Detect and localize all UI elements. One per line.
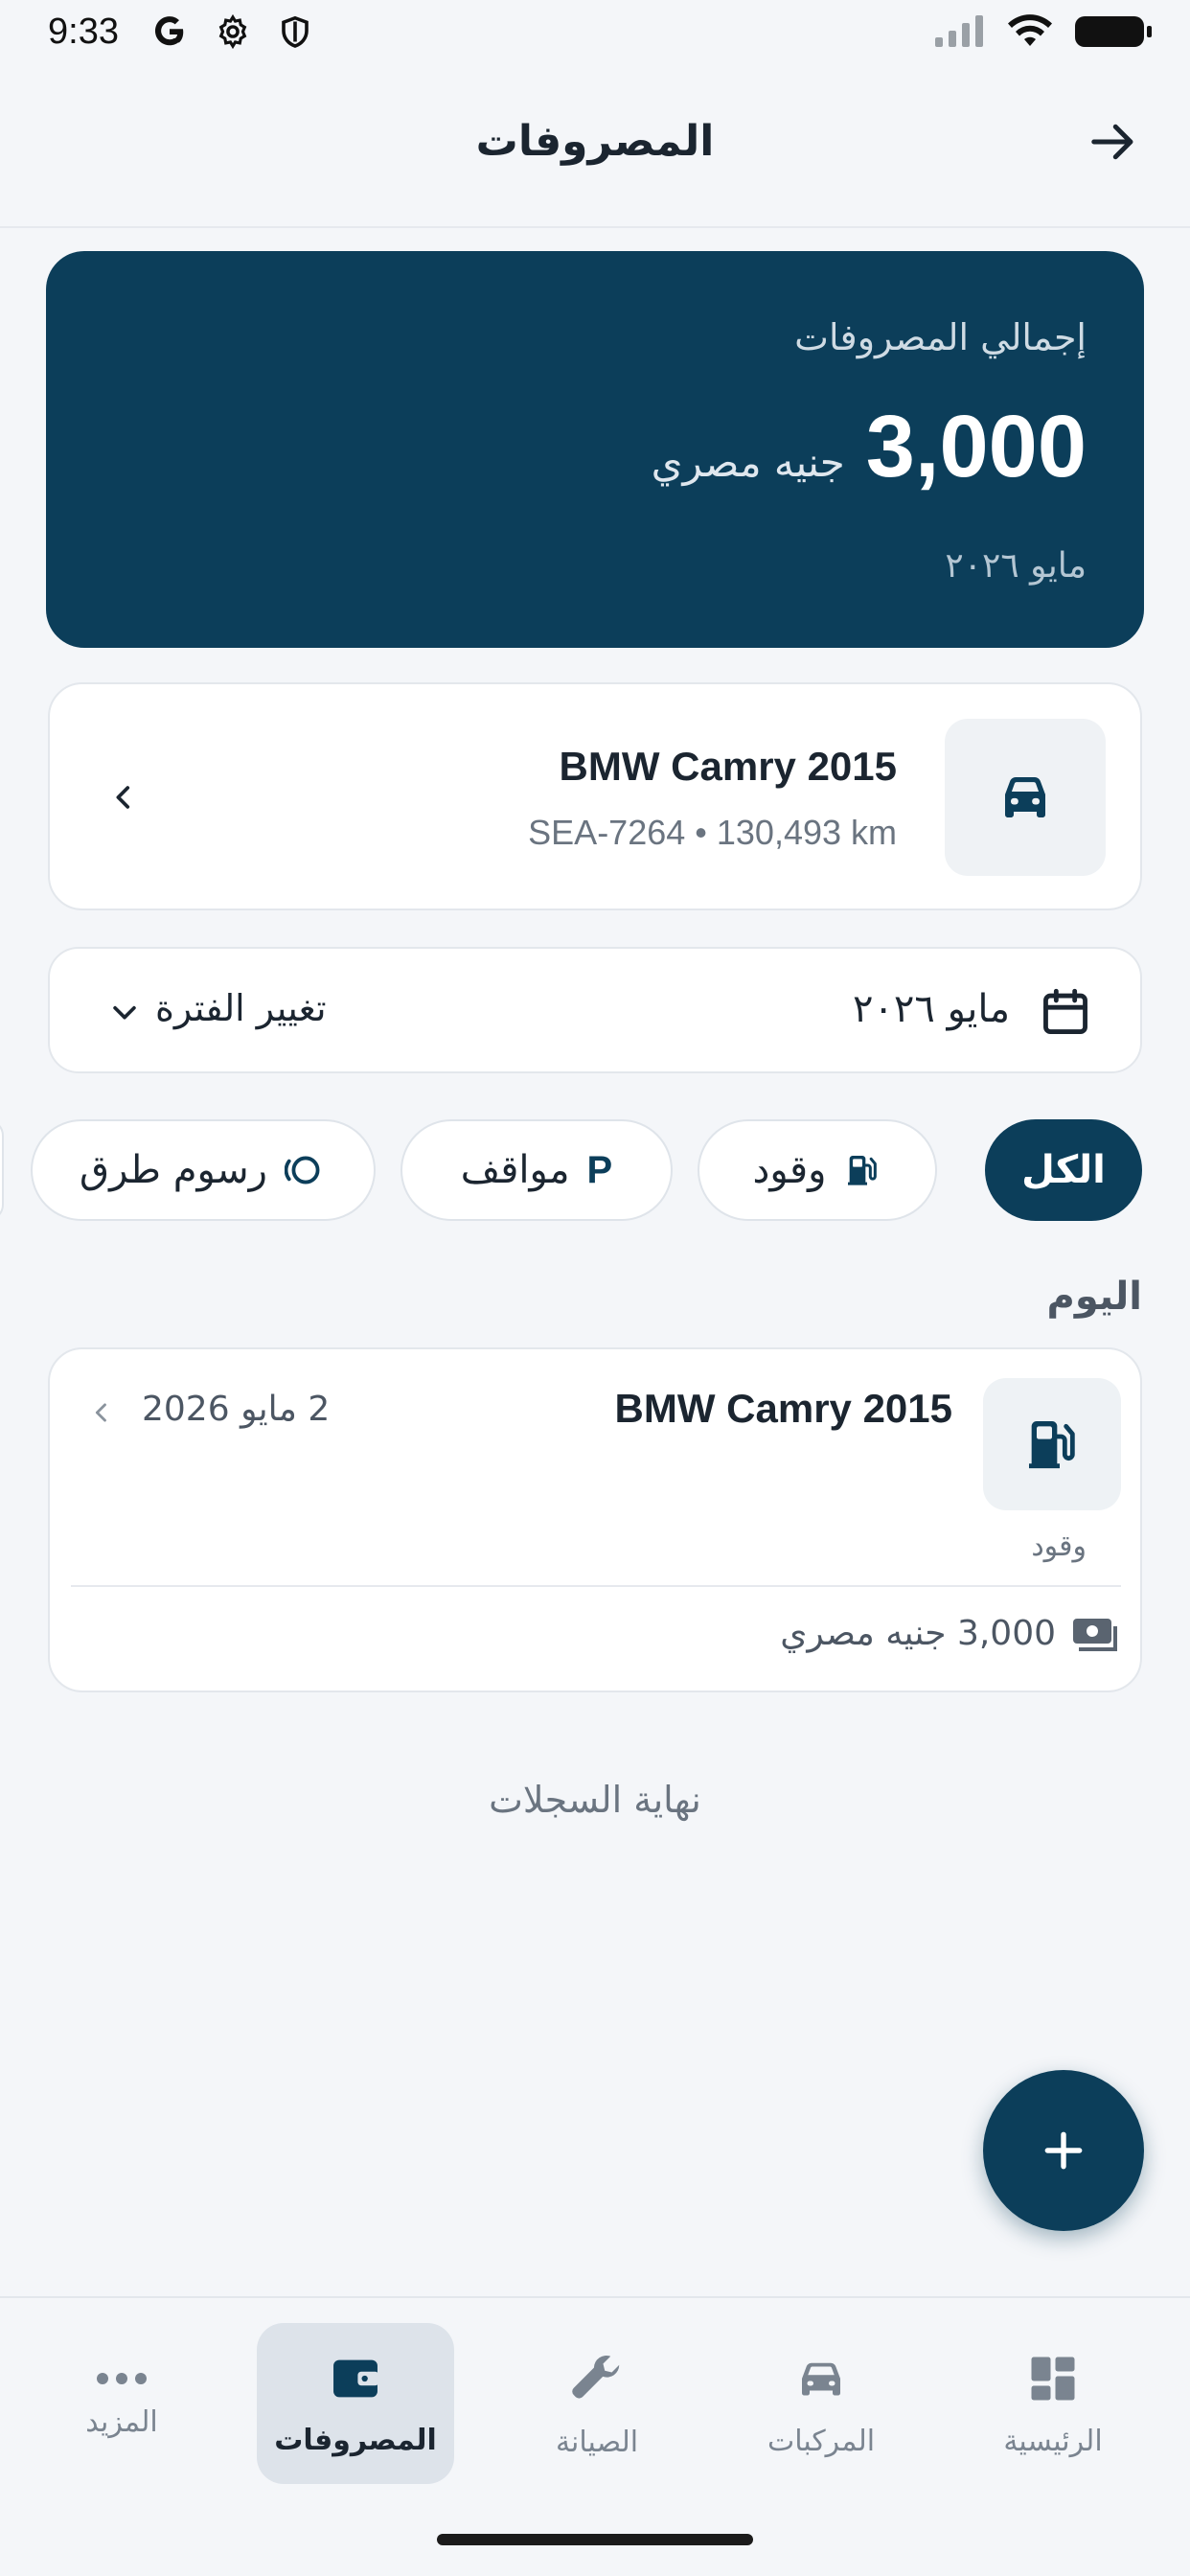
total-currency: جنيه مصري [651,439,845,486]
section-title-today: اليوم [1046,1275,1142,1319]
chevron-left-icon [100,769,148,826]
google-g-icon [151,13,188,54]
nav-item-expenses[interactable]: المصروفات [257,2323,454,2484]
record-icon-box [983,1378,1121,1510]
settings-gear-icon [215,13,251,54]
expenses-screen: 9:33 المصروفات إجمالي المصروفات 3,000 جن… [0,0,1190,2576]
battery-icon [1073,13,1154,54]
record-vehicle-name: BMW Camry 2015 [614,1386,952,1431]
car-icon [802,2362,840,2395]
car-icon [1005,777,1045,817]
parking-p-icon: P [586,1148,613,1191]
nav-item-vehicles[interactable]: المركبات [722,2323,920,2484]
period-value: مايو ٢٠٢٦ [852,987,1010,1031]
shield-icon [278,13,312,54]
wallet-icon [333,2359,379,2397]
total-period: مايو ٢٠٢٦ [945,546,1087,586]
period-selector[interactable]: مايو ٢٠٢٦ تغيير الفترة [48,947,1142,1073]
nav-label-vehicles: المركبات [767,2424,876,2458]
filter-chip-tolls[interactable]: رسوم طرق [31,1119,376,1221]
chevron-down-icon [105,993,144,1031]
nav-label-expenses: المصروفات [274,2423,437,2457]
nav-item-maintenance[interactable]: الصيانة [498,2323,696,2484]
change-period-label[interactable]: تغيير الفترة [155,987,327,1029]
status-icons-right [933,13,1154,54]
filter-chip-tolls-label: رسوم طرق [80,1148,267,1192]
filter-chip-overflow[interactable] [0,1119,4,1221]
total-amount-row: 3,000 جنيه مصري [652,397,1087,497]
total-amount: 3,000 [865,398,1087,495]
chevron-left-icon [84,1393,119,1432]
home-indicator[interactable] [437,2534,753,2545]
filter-chip-fuel-label: وقود [752,1148,827,1192]
filter-chip-all-label: الكل [1021,1148,1106,1192]
vehicle-meta: SEA-7264 • 130,493 km [528,813,897,852]
app-header: المصروفات [0,67,1190,228]
nav-item-home[interactable]: الرئيسية [954,2323,1152,2484]
record-amount-row: 3,000 جنيه مصري [780,1614,1121,1653]
add-expense-button[interactable] [983,2070,1144,2231]
cellular-signal-icon [933,14,987,53]
status-time: 9:33 [48,12,119,52]
arrow-right-icon [1091,124,1133,160]
expenses-total-card: إجمالي المصروفات 3,000 جنيه مصري مايو ٢٠… [46,251,1144,648]
toll-circle-icon [284,1156,320,1184]
vehicle-name: BMW Camry 2015 [559,744,897,789]
wifi-icon [1006,13,1054,54]
cash-icon [1073,1618,1117,1651]
back-button[interactable] [1085,113,1142,171]
more-dots-icon [97,2372,147,2384]
filter-chip-parking-label: مواقف [460,1148,570,1192]
status-icons-left [151,13,312,54]
expense-record[interactable]: وقود BMW Camry 2015 2 مايو 2026 3,000 جن… [48,1347,1142,1692]
dashboard-icon [1031,2357,1075,2400]
fuel-pump-icon [1029,1421,1075,1469]
filter-chip-all[interactable]: الكل [985,1119,1142,1221]
nav-label-maintenance: الصيانة [555,2425,639,2459]
end-of-records: نهاية السجلات [489,1779,701,1821]
total-label: إجمالي المصروفات [794,316,1087,358]
fuel-pump-icon [848,1156,878,1185]
nav-label-home: الرئيسية [1003,2424,1103,2458]
category-filter-chips: الكل وقود P مواقف رسوم طرق [0,1119,1190,1225]
filter-chip-fuel[interactable]: وقود [698,1119,937,1221]
record-divider [71,1585,1121,1587]
record-category: وقود [1031,1530,1087,1563]
page-title: المصروفات [475,117,715,166]
filter-chip-parking[interactable]: P مواقف [400,1119,673,1221]
status-bar: 9:33 [0,0,1190,67]
plus-icon [1044,2131,1083,2170]
record-amount: 3,000 جنيه مصري [780,1614,1056,1653]
nav-label-more: المزيد [85,2404,158,2439]
nav-item-more[interactable]: المزيد [23,2323,220,2484]
wrench-icon [572,2355,620,2399]
vehicle-selector-card[interactable]: BMW Camry 2015 SEA-7264 • 130,493 km [48,682,1142,910]
calendar-icon [1037,983,1094,1041]
vehicle-icon-box [945,719,1106,876]
record-date: 2 مايو 2026 [142,1390,331,1429]
